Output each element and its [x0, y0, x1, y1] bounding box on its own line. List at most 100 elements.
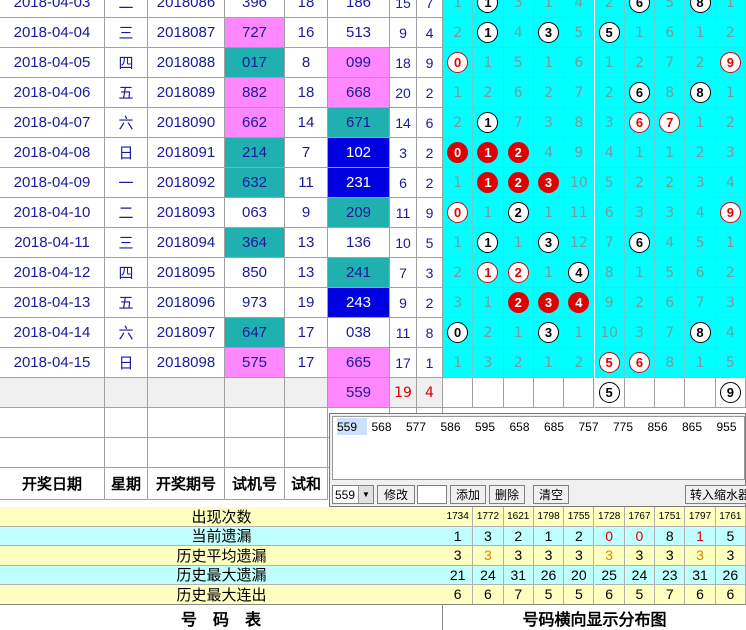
number-list-item[interactable]: 559	[337, 418, 367, 435]
forecast-dist-cell: 9	[715, 378, 746, 408]
number-list-item[interactable]: 685	[544, 418, 574, 435]
stat-value: 8	[655, 526, 686, 546]
stat-value: 1	[443, 526, 474, 546]
stat-value: 3	[473, 546, 504, 566]
number-list-item[interactable]: 757	[579, 418, 609, 435]
hit-number-ball: 2	[507, 262, 529, 283]
distribution-cell: 1	[533, 348, 565, 378]
distribution-cell: 9	[715, 198, 746, 228]
test-number: 214	[225, 138, 285, 168]
number-list-item[interactable]: 856	[648, 418, 678, 435]
stat-label: 出现次数	[0, 507, 443, 527]
distribution-cell: 2	[624, 168, 656, 198]
stat-value: 6	[594, 585, 625, 605]
stat-value: 23	[655, 565, 686, 585]
hit-number-ball: 1	[477, 112, 499, 133]
chevron-down-icon[interactable]: ▼	[358, 486, 373, 503]
draw-sum: 20	[390, 78, 417, 108]
add-button[interactable]: 添加	[450, 485, 486, 504]
hit-number-ball: 3	[538, 22, 560, 43]
draw-span: 2	[417, 168, 443, 198]
forecast-dist-cell	[473, 378, 504, 408]
delete-button[interactable]: 删除	[489, 485, 525, 504]
number-list-item[interactable]: 586	[441, 418, 471, 435]
issue-number: 2018094	[148, 228, 225, 258]
draw-number: 102	[328, 138, 390, 168]
stat-label: 当前遗漏	[0, 527, 443, 546]
forecast-number: 559	[328, 378, 390, 408]
stat-value: 3	[564, 546, 595, 566]
distribution-cell: 1	[533, 258, 565, 288]
distribution-cell: 2	[443, 108, 474, 138]
distribution-cell: 0	[443, 48, 474, 78]
weekday: 一	[105, 168, 148, 198]
footer-bar: 号 码 表 号码横向显示分布图	[0, 604, 746, 630]
distribution-cell: 5	[594, 348, 625, 378]
footer-right-title: 号码横向显示分布图	[522, 609, 667, 629]
modify-button[interactable]: 修改	[377, 485, 415, 504]
table-row: 2018-04-13 五 2018096 973 19 243 9 2 3 1 2 3 4 9 2 6 7 3	[0, 288, 746, 318]
stat-value: 1	[533, 526, 565, 546]
hit-number-ball: 6	[628, 352, 650, 373]
transfer-to-reducer-button[interactable]: 转入缩水器	[685, 485, 746, 504]
distribution-cell: 7	[564, 78, 595, 108]
number-list-item[interactable]: 955	[717, 418, 746, 435]
table-row: 2018-04-10 二 2018093 063 9 209 11 9 0 1 2 1 11 6 3 3 4 9	[0, 198, 746, 228]
draw-span: 2	[417, 138, 443, 168]
distribution-cell: 2	[715, 18, 746, 48]
distribution-cell: 2	[715, 258, 746, 288]
weekday: 日	[105, 348, 148, 378]
forecast-dist-cell: 5	[594, 378, 625, 408]
hit-number-ball: 0	[447, 52, 469, 73]
draw-date: 2018-04-14	[0, 318, 105, 348]
distribution-cell: 5	[715, 348, 746, 378]
stat-value: 3	[685, 546, 716, 566]
distribution-cell: 2	[443, 258, 474, 288]
draw-number: 668	[328, 78, 390, 108]
number-list-item[interactable]: 595	[475, 418, 505, 435]
distribution-cell: 2	[503, 288, 534, 318]
number-list-item[interactable]: 658	[510, 418, 540, 435]
hit-number-ball: 8	[689, 322, 711, 343]
stat-value: 5	[624, 585, 656, 605]
issue-number: 2018086	[148, 0, 225, 18]
number-input[interactable]	[417, 485, 447, 504]
draw-sum: 3	[390, 138, 417, 168]
forecast-dist-cell	[533, 378, 565, 408]
forecast-sum: 19	[390, 378, 417, 408]
filter-number-panel: 559 568 577 586 595 658 685 757 775 856 865 955 559…	[329, 413, 746, 507]
distribution-cell: 1	[715, 0, 746, 18]
distribution-cell: 3	[715, 288, 746, 318]
distribution-cell: 6	[624, 348, 656, 378]
test-sum: 14	[285, 108, 328, 138]
distribution-cell: 3	[594, 108, 625, 138]
number-list-item[interactable]: 865	[682, 418, 712, 435]
clear-button[interactable]: 清空	[533, 485, 569, 504]
distribution-cell: 4	[715, 168, 746, 198]
weekday: 六	[105, 318, 148, 348]
test-sum: 9	[285, 198, 328, 228]
stat-value: 31	[685, 565, 716, 585]
number-list-item[interactable]: 577	[406, 418, 436, 435]
draw-span: 1	[417, 348, 443, 378]
weekday: 二	[105, 0, 148, 18]
weekday: 六	[105, 108, 148, 138]
issue-number: 2018092	[148, 168, 225, 198]
distribution-cell: 8	[685, 78, 716, 108]
weekday: 五	[105, 288, 148, 318]
distribution-cell: 1	[533, 0, 565, 18]
stat-value: 3	[655, 546, 686, 566]
number-list-item[interactable]: 568	[372, 418, 402, 435]
stat-value: 1	[685, 526, 716, 546]
hit-number-ball: 1	[477, 0, 499, 13]
draw-date: 2018-04-04	[0, 18, 105, 48]
stat-value: 1798	[533, 507, 565, 527]
draw-span: 6	[417, 108, 443, 138]
number-list-item[interactable]: 775	[613, 418, 643, 435]
distribution-cell: 9	[715, 48, 746, 78]
distribution-cell: 3	[533, 168, 565, 198]
number-list[interactable]: 559 568 577 586 595 658 685 757 775 856 865 955	[332, 416, 745, 480]
distribution-cell: 10	[564, 168, 595, 198]
distribution-cell: 1	[473, 168, 504, 198]
number-select[interactable]: 559 ▼	[332, 485, 374, 504]
